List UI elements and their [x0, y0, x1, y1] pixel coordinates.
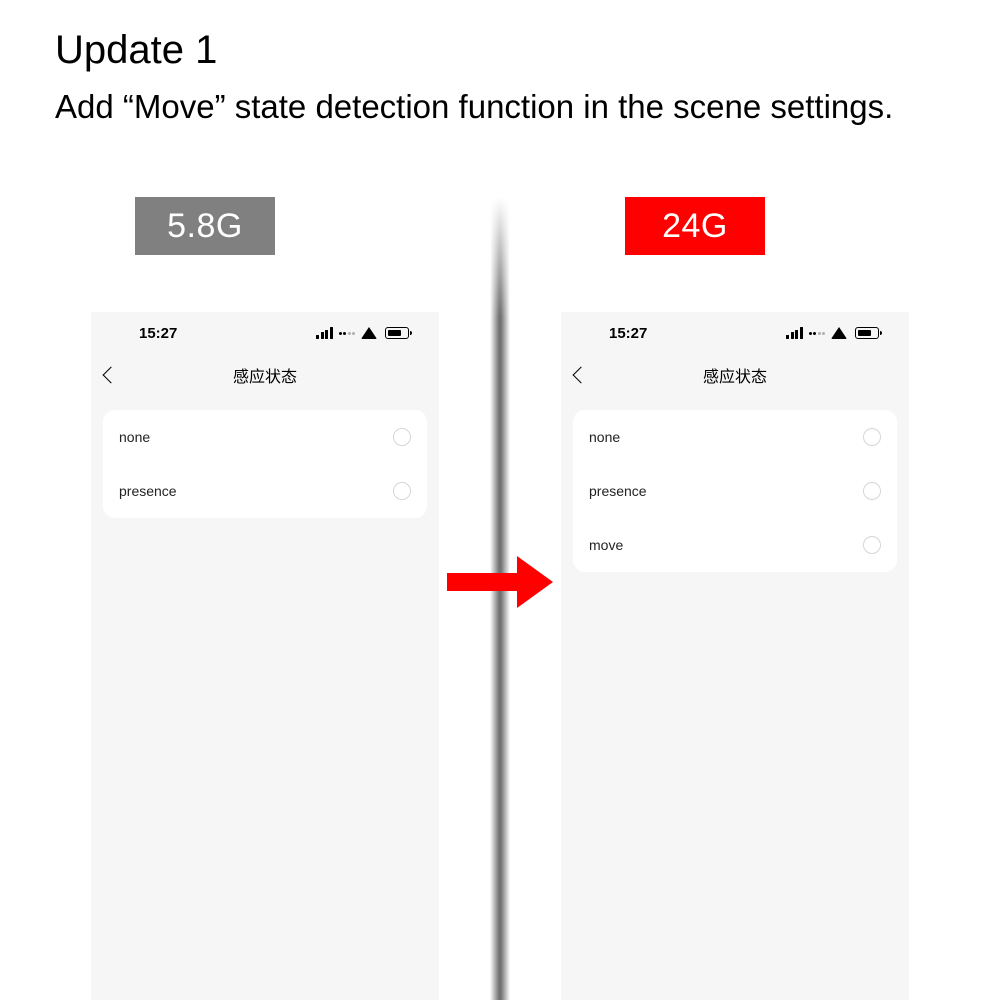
radio-icon[interactable]: [863, 428, 881, 446]
option-label: none: [589, 429, 620, 445]
update-title: Update 1: [55, 28, 217, 73]
status-time: 15:27: [609, 325, 647, 342]
option-move[interactable]: move: [573, 518, 897, 572]
status-time: 15:27: [139, 325, 177, 342]
nav-title: 感应状态: [233, 363, 297, 387]
status-icons: [316, 327, 409, 339]
update-subtitle: Add “Move” state detection function in t…: [55, 88, 893, 126]
signal-dots-icon: [339, 332, 356, 335]
option-label: presence: [589, 483, 647, 499]
status-icons: [786, 327, 879, 339]
option-label: none: [119, 429, 150, 445]
radio-icon[interactable]: [863, 536, 881, 554]
cellular-icon: [786, 327, 803, 339]
phone-screenshot-right: 15:27 感应状态 none presence move: [561, 312, 909, 1000]
cellular-icon: [316, 327, 333, 339]
option-none[interactable]: none: [103, 410, 427, 464]
nav-bar: 感应状态: [561, 354, 909, 396]
wifi-icon: [831, 327, 847, 339]
option-presence[interactable]: presence: [573, 464, 897, 518]
battery-icon: [855, 327, 879, 339]
phone-screenshot-left: 15:27 感应状态 none presence: [91, 312, 439, 1000]
back-icon[interactable]: [103, 367, 120, 384]
option-label: presence: [119, 483, 177, 499]
options-card: none presence: [103, 410, 427, 518]
badge-5-8g: 5.8G: [135, 197, 275, 255]
options-card: none presence move: [573, 410, 897, 572]
arrow-right-icon: [447, 560, 557, 604]
status-bar: 15:27: [91, 312, 439, 354]
nav-title: 感应状态: [703, 363, 767, 387]
option-none[interactable]: none: [573, 410, 897, 464]
battery-icon: [385, 327, 409, 339]
radio-icon[interactable]: [393, 428, 411, 446]
radio-icon[interactable]: [863, 482, 881, 500]
radio-icon[interactable]: [393, 482, 411, 500]
option-label: move: [589, 537, 623, 553]
badge-24g: 24G: [625, 197, 765, 255]
nav-bar: 感应状态: [91, 354, 439, 396]
status-bar: 15:27: [561, 312, 909, 354]
option-presence[interactable]: presence: [103, 464, 427, 518]
signal-dots-icon: [809, 332, 826, 335]
wifi-icon: [361, 327, 377, 339]
back-icon[interactable]: [573, 367, 590, 384]
